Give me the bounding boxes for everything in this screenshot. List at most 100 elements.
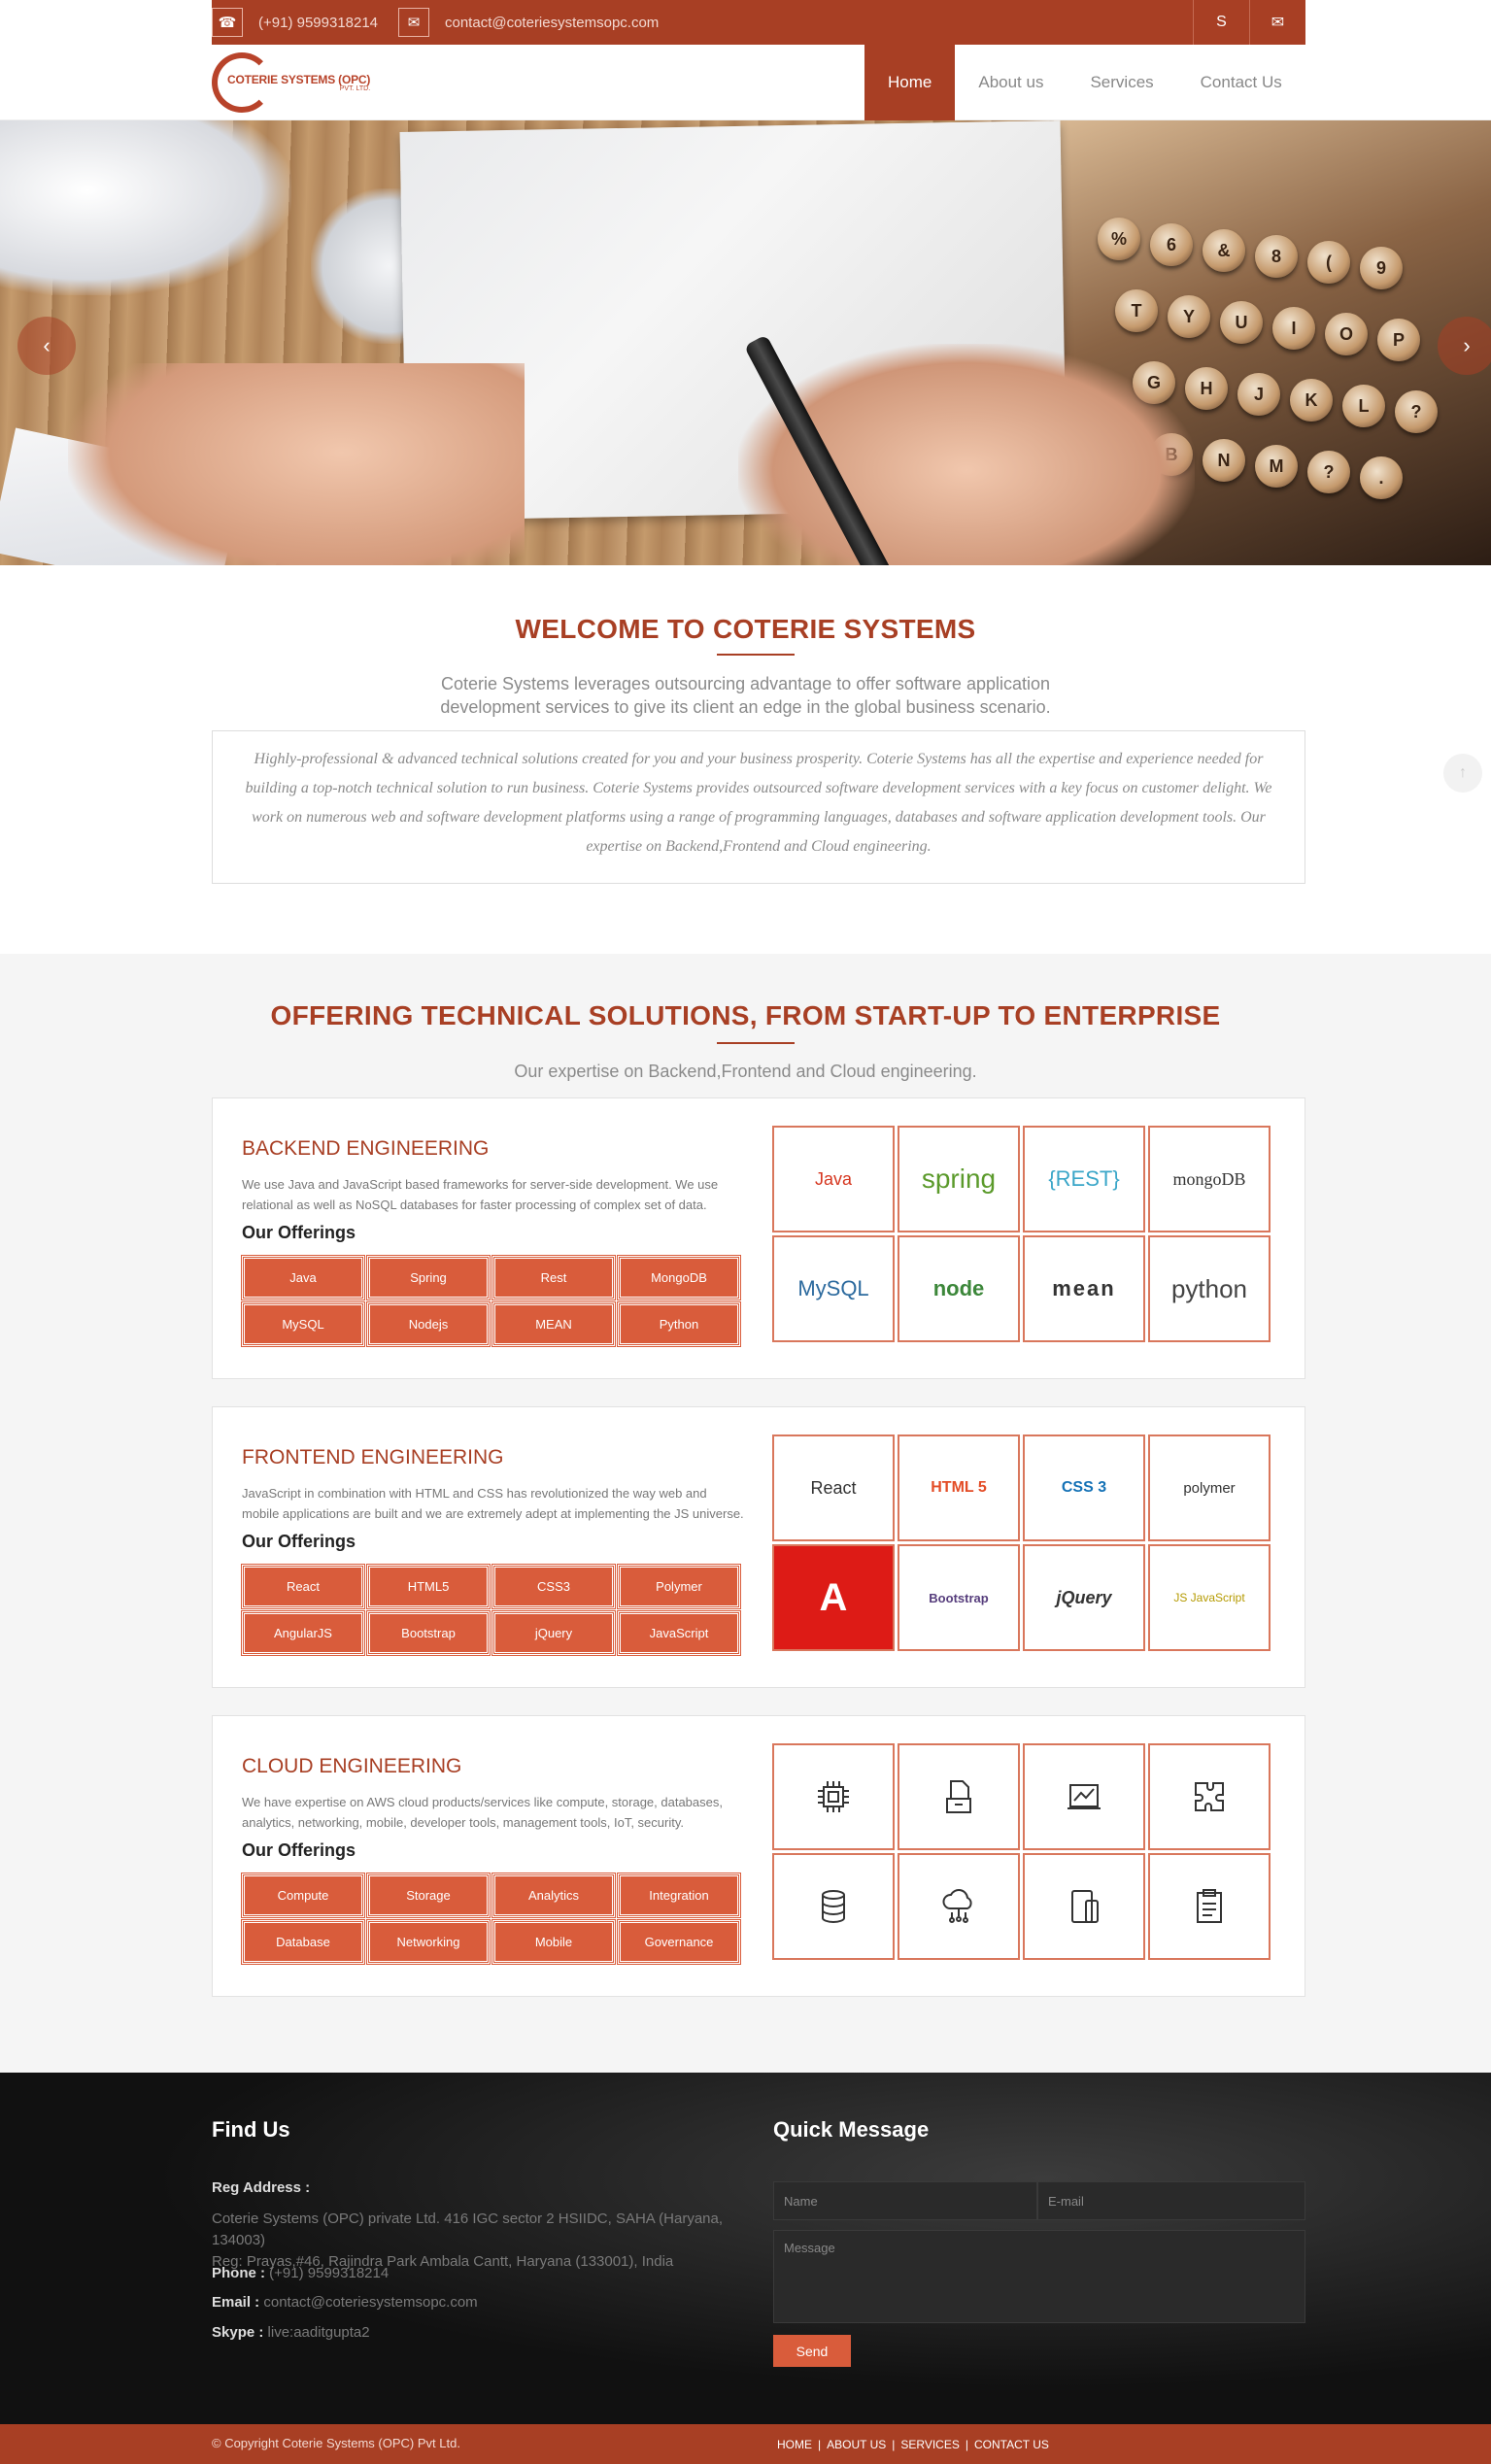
- frontend-offer-title: Our Offerings: [242, 1532, 356, 1551]
- email-label: Email :: [212, 2294, 260, 2311]
- offer-html5[interactable]: HTML5: [366, 1564, 491, 1609]
- topbar-email[interactable]: ✉ contact@coteriesystemsopc.com: [398, 0, 659, 45]
- offer-java[interactable]: Java: [241, 1255, 365, 1300]
- topbar-phone-text: (+91) 9599318214: [258, 14, 379, 31]
- mobile-devices-icon: [1023, 1853, 1145, 1960]
- offer-angularjs[interactable]: AngularJS: [241, 1610, 365, 1656]
- frontend-desc: JavaScript in combination with HTML and …: [242, 1486, 744, 1521]
- footer-link-home[interactable]: HOME: [777, 2438, 812, 2451]
- nav-services[interactable]: Services: [1067, 45, 1176, 120]
- offer-governance[interactable]: Governance: [617, 1919, 741, 1965]
- typewriter-key: U: [1220, 301, 1263, 344]
- logo-wordmark: COTERIE SYSTEMS (OPC) PVT. LTD.: [227, 74, 371, 92]
- topbar-email-text: contact@coteriesystemsopc.com: [445, 14, 660, 31]
- cloud-desc: We have expertise on AWS cloud products/…: [242, 1795, 723, 1830]
- typewriter-key: P: [1377, 319, 1420, 361]
- offer-polymer[interactable]: Polymer: [617, 1564, 741, 1609]
- offer-storage[interactable]: Storage: [366, 1873, 491, 1918]
- rest-logo-icon: {REST}: [1023, 1126, 1145, 1232]
- polymer-logo-icon: polymer: [1148, 1435, 1271, 1541]
- nav-about[interactable]: About us: [955, 45, 1067, 120]
- footer-link-about[interactable]: ABOUT US: [827, 2438, 886, 2451]
- offer-compute[interactable]: Compute: [241, 1873, 365, 1918]
- offer-analytics[interactable]: Analytics: [491, 1873, 616, 1918]
- offer-python[interactable]: Python: [617, 1301, 741, 1347]
- html5-logo-icon: HTML 5: [898, 1435, 1020, 1541]
- offer-database[interactable]: Database: [241, 1919, 365, 1965]
- css3-logo-icon: CSS 3: [1023, 1435, 1145, 1541]
- offer-react[interactable]: React: [241, 1564, 365, 1609]
- envelope-icon: ✉: [398, 8, 429, 37]
- slider-next-button[interactable]: ›: [1438, 317, 1491, 375]
- offer-rest[interactable]: Rest: [491, 1255, 616, 1300]
- slider-prev-button[interactable]: ‹: [17, 317, 76, 375]
- email-input[interactable]: E-mail: [1037, 2181, 1305, 2220]
- nav-contact[interactable]: Contact Us: [1177, 45, 1305, 120]
- chip-icon: [772, 1743, 895, 1850]
- typewriter-key: ?: [1307, 451, 1350, 493]
- offer-nodejs[interactable]: Nodejs: [366, 1301, 491, 1347]
- typewriter-key: ?: [1395, 390, 1438, 433]
- offer-css3[interactable]: CSS3: [491, 1564, 616, 1609]
- footer-link-sep: |: [965, 2438, 968, 2451]
- footer-phone[interactable]: (+91) 9599318214: [269, 2265, 389, 2281]
- offering-underline: [717, 1042, 795, 1044]
- cloud-offer-title: Our Offerings: [242, 1840, 356, 1860]
- footer-link-services[interactable]: SERVICES: [900, 2438, 959, 2451]
- footer-email[interactable]: contact@coteriesystemsopc.com: [263, 2294, 477, 2311]
- logo[interactable]: COTERIE SYSTEMS (OPC) PVT. LTD.: [212, 52, 370, 113]
- backend-offer-title: Our Offerings: [242, 1223, 356, 1242]
- typewriter-key: Y: [1168, 295, 1210, 338]
- offer-mobile[interactable]: Mobile: [491, 1919, 616, 1965]
- scroll-top-button[interactable]: ↑: [1443, 754, 1482, 793]
- offer-javascript[interactable]: JavaScript: [617, 1610, 741, 1656]
- typewriter-key: &: [1203, 229, 1245, 272]
- offer-bootstrap[interactable]: Bootstrap: [366, 1610, 491, 1656]
- offer-jquery[interactable]: jQuery: [491, 1610, 616, 1656]
- typewriter-key: J: [1237, 373, 1280, 416]
- welcome-lead-1: Coterie Systems leverages outsourcing ad…: [440, 674, 1051, 693]
- topbar-phone[interactable]: ☎ (+91) 9599318214: [212, 0, 378, 45]
- offer-mongodb[interactable]: MongoDB: [617, 1255, 741, 1300]
- typewriter-key: 6: [1150, 223, 1193, 266]
- copyright-bar: © Copyright Coterie Systems (OPC) Pvt Lt…: [0, 2424, 1491, 2464]
- nav-home[interactable]: Home: [864, 45, 956, 120]
- javascript-logo-icon: JS JavaScript: [1148, 1544, 1271, 1651]
- offer-mean[interactable]: MEAN: [491, 1301, 616, 1347]
- typewriter-key: N: [1203, 439, 1245, 482]
- offer-networking[interactable]: Networking: [366, 1919, 491, 1965]
- footer-link-sep: |: [892, 2438, 896, 2451]
- skype-icon[interactable]: S: [1193, 0, 1249, 45]
- logo-sub: PVT. LTD.: [339, 84, 371, 92]
- puzzle-icon: [1148, 1743, 1271, 1850]
- footer-link-contact[interactable]: CONTACT US: [974, 2438, 1049, 2451]
- mail-icon[interactable]: ✉: [1249, 0, 1305, 45]
- typewriter-key: %: [1098, 218, 1140, 260]
- backend-desc: We use Java and JavaScript based framewo…: [242, 1177, 719, 1212]
- mysql-logo-icon: MySQL: [772, 1235, 895, 1342]
- send-button[interactable]: Send: [773, 2335, 851, 2367]
- typewriter-key: L: [1342, 385, 1385, 427]
- reg-label: Reg Address :: [212, 2179, 311, 2196]
- offering-title: OFFERING TECHNICAL SOLUTIONS, FROM START…: [270, 1000, 1221, 1030]
- offer-mysql[interactable]: MySQL: [241, 1301, 365, 1347]
- reg-label-line: Reg Address :: [212, 2177, 310, 2199]
- typewriter-key: M: [1255, 445, 1298, 488]
- topbar-social: S ✉: [1193, 0, 1305, 45]
- logo-mark: [212, 52, 272, 113]
- name-input[interactable]: Name: [773, 2181, 1037, 2220]
- offer-integration[interactable]: Integration: [617, 1873, 741, 1918]
- find-us-title: Find Us: [212, 2117, 290, 2142]
- phone-label: Phone :: [212, 2265, 265, 2281]
- react-logo-icon: React: [772, 1435, 895, 1541]
- message-textarea[interactable]: Message: [773, 2230, 1305, 2323]
- node-logo-icon: node: [898, 1235, 1020, 1342]
- backend-offers: Java Spring Rest MongoDB MySQL Nodejs ME…: [241, 1255, 747, 1347]
- cloud-offers: Compute Storage Analytics Integration Da…: [241, 1873, 747, 1965]
- typewriter-key: 8: [1255, 235, 1298, 278]
- offer-spring[interactable]: Spring: [366, 1255, 491, 1300]
- footer-skype[interactable]: live:aaditgupta2: [268, 2324, 370, 2341]
- typewriter-key: T: [1115, 289, 1158, 332]
- typewriter-key: .: [1360, 456, 1403, 499]
- welcome-title: WELCOME TO COTERIE SYSTEMS: [515, 614, 976, 644]
